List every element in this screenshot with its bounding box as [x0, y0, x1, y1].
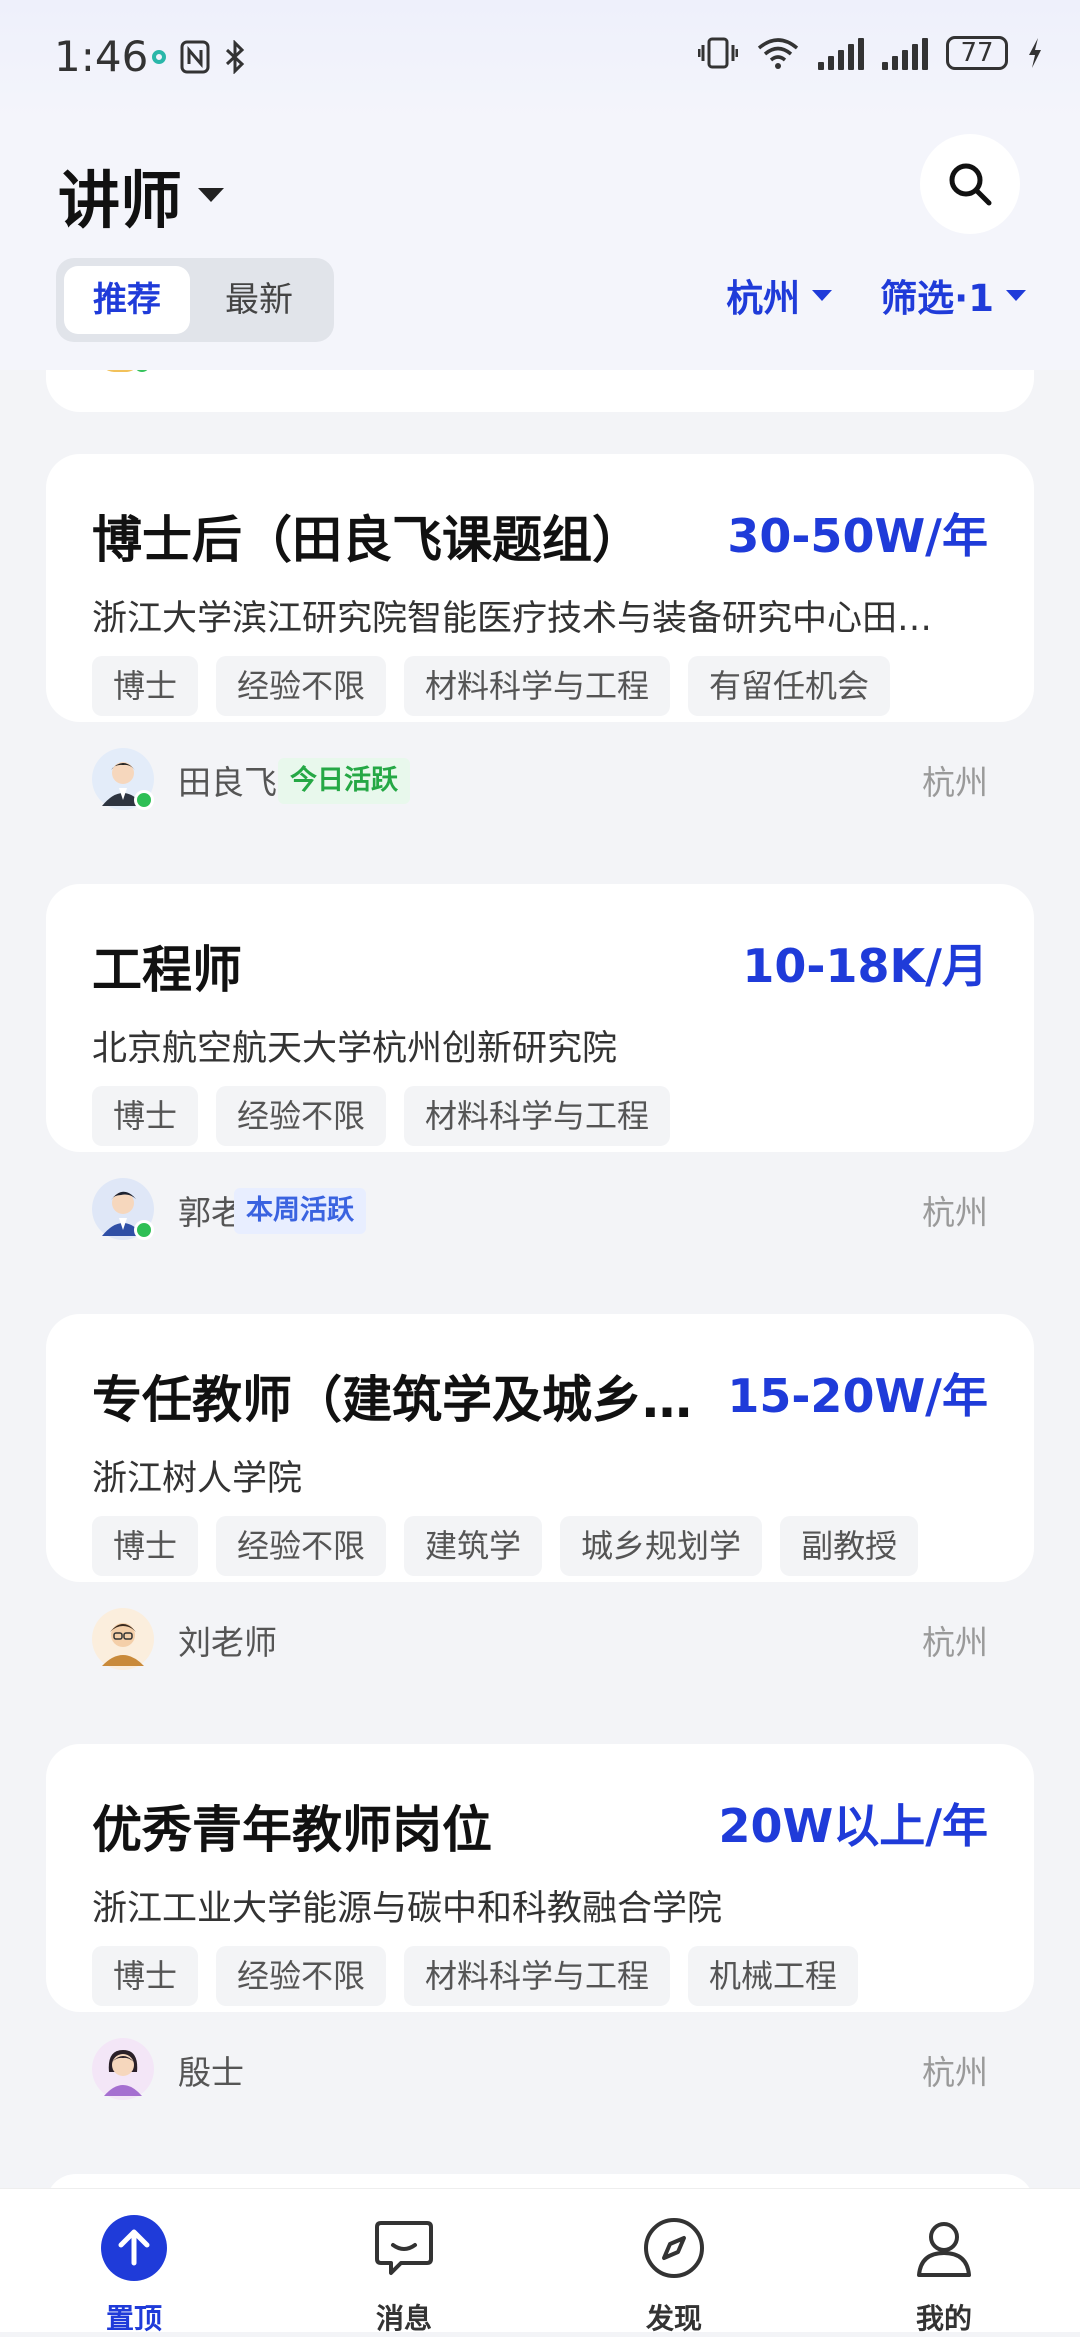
- online-indicator: [134, 370, 150, 372]
- tag: 材料科学与工程: [404, 1946, 671, 2006]
- salary: 10-18K/月: [742, 939, 988, 993]
- job-title: 专任教师（建筑学及城乡…: [92, 1371, 692, 1429]
- filter-label: 筛选·1: [880, 277, 994, 320]
- bluetooth-icon: [225, 40, 245, 74]
- company-name: 浙江树人学院: [92, 1459, 303, 1499]
- activity-badge: 今日活跃: [278, 758, 410, 804]
- recruiter-name: 刘老师: [178, 1623, 277, 1662]
- tag: 经验不限: [216, 1946, 387, 2006]
- avatar: [92, 748, 154, 810]
- recruiter-row: 郭老师 本周活跃 杭州: [92, 1178, 988, 1242]
- avatar: [92, 1608, 154, 1670]
- city-dropdown[interactable]: 杭州: [726, 268, 833, 322]
- compass-icon: [644, 2218, 704, 2278]
- tag-list: 博士 经验不限 建筑学 城乡规划学 副教授: [92, 1516, 919, 1576]
- tag: 博士: [92, 656, 199, 716]
- nav-label: 置顶: [105, 2302, 162, 2335]
- company-name: 北京航空航天大学杭州创新研究院: [92, 1029, 618, 1069]
- company-name: 浙江大学滨江研究院智能医疗技术与装备研究中心田…: [92, 599, 933, 639]
- job-list[interactable]: 博士后（田良飞课题组） 30-50W/年 浙江大学滨江研究院智能医疗技术与装备研…: [0, 370, 1080, 2188]
- tag: 城乡规划学: [560, 1516, 763, 1576]
- tag: 博士: [92, 1086, 199, 1146]
- sort-segmented-control: 推荐 最新: [56, 258, 334, 342]
- job-card-partial[interactable]: [46, 2174, 1034, 2188]
- filter-dropdown[interactable]: 筛选·1: [880, 268, 1026, 322]
- charging-icon: [1029, 38, 1041, 68]
- tab-latest[interactable]: 最新: [196, 266, 322, 334]
- recruiter-name: 田良飞: [178, 763, 277, 802]
- wifi-icon: [757, 38, 799, 69]
- salary: 15-20W/年: [727, 1369, 988, 1423]
- online-indicator: [134, 1220, 154, 1240]
- avatar: [92, 2038, 154, 2100]
- vibrate-icon: [698, 37, 738, 69]
- nav-label: 消息: [375, 2302, 432, 2335]
- tag: 经验不限: [216, 656, 387, 716]
- job-card[interactable]: 优秀青年教师岗位 20W以上/年 浙江工业大学能源与碳中和科教融合学院 博士 经…: [46, 1744, 1034, 2100]
- tag: 经验不限: [216, 1516, 387, 1576]
- recruiter-name: 殷士: [178, 2053, 244, 2092]
- tag-list: 博士 经验不限 材料科学与工程: [92, 1086, 671, 1146]
- nav-item-messages[interactable]: 消息: [304, 2189, 504, 2335]
- recruiter-row: 田良飞 今日活跃 杭州: [92, 748, 988, 812]
- signal-icon: [818, 36, 864, 70]
- tag-list: 博士 经验不限 材料科学与工程 有留任机会: [92, 656, 891, 716]
- online-indicator: [134, 790, 154, 810]
- salary: 20W以上/年: [718, 1799, 988, 1853]
- job-title: 优秀青年教师岗位: [92, 1801, 492, 1859]
- tag: 博士: [92, 1516, 199, 1576]
- nav-label: 我的: [915, 2302, 972, 2335]
- city-label: 杭州: [726, 277, 801, 320]
- header: 讲师 推荐 最新 杭州 筛选·1: [0, 120, 1080, 370]
- status-time: 1:46: [54, 32, 149, 81]
- job-city: 杭州: [922, 763, 988, 802]
- page-title-text: 讲师: [58, 164, 183, 237]
- activity-badge: 本周活跃: [234, 1188, 366, 1234]
- nav-item-discover[interactable]: 发现: [574, 2189, 774, 2335]
- nav-label: 发现: [645, 2302, 702, 2335]
- tag: 博士: [92, 1946, 199, 2006]
- tag: 经验不限: [216, 1086, 387, 1146]
- caret-down-icon: [198, 188, 225, 202]
- tag: 机械工程: [688, 1946, 859, 2006]
- search-icon: [949, 163, 992, 206]
- bottom-navigation: 置顶 消息 发现 我的: [0, 2188, 1080, 2335]
- arrow-up-icon: [101, 2215, 167, 2281]
- caret-down-icon: [812, 289, 833, 301]
- recruiter-row: 殷士 杭州: [92, 2038, 988, 2102]
- avatar: [92, 1178, 154, 1240]
- battery-icon: 77: [946, 36, 1008, 70]
- search-button[interactable]: [920, 134, 1020, 234]
- signal-icon-2: [882, 36, 928, 70]
- job-title: 工程师: [92, 941, 242, 999]
- job-card[interactable]: 工程师 10-18K/月 北京航空航天大学杭州创新研究院 博士 经验不限 材料科…: [46, 884, 1034, 1240]
- salary: 30-50W/年: [727, 509, 988, 563]
- job-card[interactable]: 博士后（田良飞课题组） 30-50W/年 浙江大学滨江研究院智能医疗技术与装备研…: [46, 454, 1034, 810]
- job-card-partial[interactable]: [46, 370, 1034, 412]
- job-city: 杭州: [922, 1193, 988, 1232]
- job-city: 杭州: [922, 2053, 988, 2092]
- job-card[interactable]: 专任教师（建筑学及城乡… 15-20W/年 浙江树人学院 博士 经验不限 建筑学…: [46, 1314, 1034, 1670]
- tag: 副教授: [780, 1516, 919, 1576]
- tag: 材料科学与工程: [404, 656, 671, 716]
- avatar: [100, 370, 140, 372]
- company-name: 浙江工业大学能源与碳中和科教融合学院: [92, 1889, 723, 1929]
- tag: 材料科学与工程: [404, 1086, 671, 1146]
- job-city: 杭州: [922, 1623, 988, 1662]
- tag: 建筑学: [404, 1516, 543, 1576]
- recruiter-row: 刘老师 杭州: [92, 1608, 988, 1672]
- job-title: 博士后（田良飞课题组）: [92, 511, 642, 569]
- nfc-icon: [180, 40, 210, 74]
- tab-recommended[interactable]: 推荐: [64, 266, 190, 334]
- tag: 有留任机会: [688, 656, 891, 716]
- message-icon: [375, 2221, 433, 2275]
- nav-item-profile[interactable]: 我的: [844, 2189, 1044, 2335]
- app-notification-icon: [152, 50, 166, 64]
- profile-icon: [917, 2222, 971, 2277]
- nav-item-top[interactable]: 置顶: [34, 2189, 234, 2335]
- caret-down-icon: [1006, 289, 1026, 301]
- status-bar: 1:46 77: [0, 0, 1080, 120]
- page-title[interactable]: 讲师: [58, 150, 225, 240]
- tag-list: 博士 经验不限 材料科学与工程 机械工程: [92, 1946, 859, 2006]
